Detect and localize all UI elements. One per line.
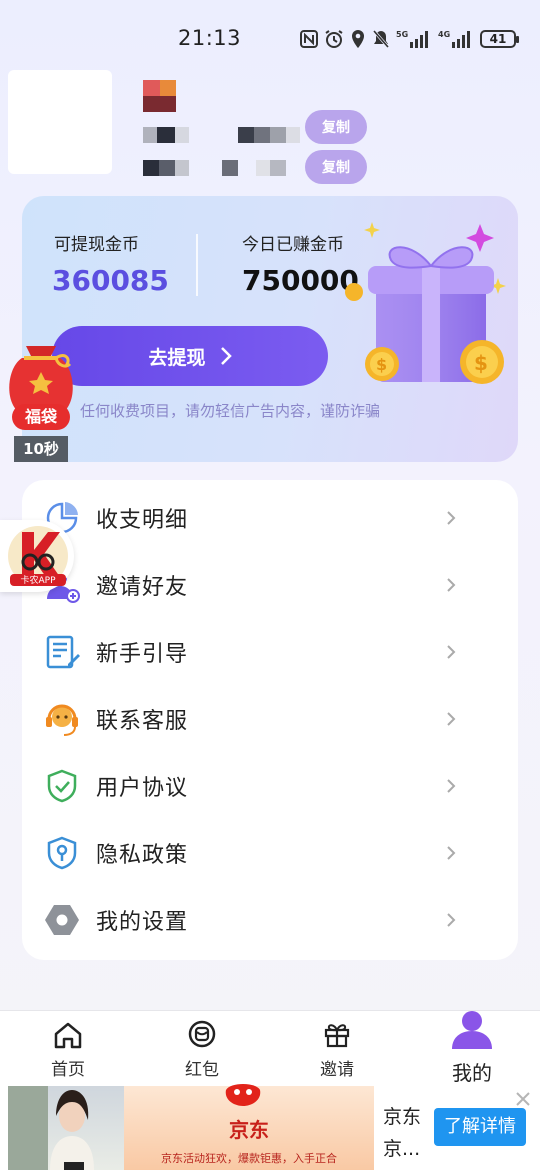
headset-icon — [46, 704, 78, 736]
tab-label: 红包 — [185, 1060, 219, 1080]
menu-label: 邀请好友 — [96, 574, 189, 600]
withdrawable-value: 360085 — [52, 264, 169, 297]
net1-text: 5G — [396, 30, 408, 39]
signal-5g-icon: 5G — [396, 30, 428, 48]
chevron-right-icon — [447, 644, 456, 659]
tab-invite[interactable]: 邀请 — [287, 1011, 387, 1087]
app-badge-text: 卡农APP — [20, 574, 56, 586]
menu-label: 新手引导 — [96, 641, 189, 667]
floating-app-badge[interactable]: 卡农APP — [0, 520, 74, 592]
tab-home[interactable]: 首页 — [18, 1011, 118, 1087]
net2-text: 4G — [438, 30, 450, 39]
status-icons: 5G 4G 41 — [300, 28, 519, 50]
menu-label: 收支明细 — [96, 507, 189, 533]
lucky-bag-label: 福袋 — [12, 404, 70, 430]
tab-label: 邀请 — [320, 1060, 354, 1080]
tab-label: 首页 — [51, 1060, 85, 1080]
gift-box-illustration: $ $ — [345, 222, 506, 384]
wallet-card: 可提现金币 360085 今日已赚金币 750000 $ $ 去提现 任何收费项… — [22, 196, 518, 462]
ad-banner-brand: 京东 — [229, 1118, 269, 1142]
lucky-bag-widget[interactable]: 福袋 10秒 — [4, 338, 78, 466]
close-icon[interactable] — [513, 1089, 533, 1109]
today-earned-label: 今日已赚金币 — [242, 235, 344, 255]
menu-item-beginner-guide[interactable]: 新手引导 — [22, 618, 518, 685]
tab-red-envelope[interactable]: 红包 — [152, 1011, 252, 1087]
copy-button-1[interactable]: 复制 — [305, 110, 367, 144]
app-logo-icon: 卡农APP — [8, 526, 68, 586]
ad-photo — [8, 1086, 124, 1170]
menu-item-income-expense[interactable]: 收支明细 — [22, 484, 518, 551]
tab-label: 我的 — [452, 1061, 492, 1085]
gift-icon — [324, 1024, 350, 1048]
battery-indicator: 41 — [480, 30, 519, 48]
red-envelope-icon — [188, 1020, 216, 1048]
anti-fraud-notice: 任何收费项目，请勿轻信广告内容，谨防诈骗 — [80, 402, 381, 420]
chevron-right-icon — [447, 510, 456, 525]
ad-subtitle: 京... — [383, 1138, 421, 1160]
withdraw-button[interactable]: 去提现 — [52, 326, 328, 386]
copy-button-2[interactable]: 复制 — [305, 150, 367, 184]
menu-label: 我的设置 — [96, 909, 189, 935]
withdraw-button-label: 去提现 — [148, 346, 206, 369]
tab-mine[interactable]: 我的 — [422, 1011, 522, 1087]
menu-label: 联系客服 — [96, 708, 189, 734]
chevron-right-icon — [447, 711, 456, 726]
menu-item-invite-friends[interactable]: 邀请好友 — [22, 551, 518, 618]
chevron-right-icon — [447, 845, 456, 860]
settings-hex-icon — [45, 904, 79, 935]
wallet-divider — [196, 234, 198, 296]
svg-text:$: $ — [376, 355, 387, 374]
menu-list: 收支明细 邀请好友 新手引导 联系客服 用户协议 隐私政策 我的设置 — [22, 480, 518, 960]
mute-bell-icon — [372, 30, 390, 48]
menu-item-customer-service[interactable]: 联系客服 — [22, 685, 518, 752]
location-icon — [352, 30, 364, 48]
person-icon — [452, 1011, 492, 1049]
shield-check-icon — [47, 769, 77, 802]
menu-label: 隐私政策 — [96, 842, 189, 868]
withdrawable-label: 可提现金币 — [54, 235, 139, 255]
chevron-right-icon — [220, 347, 232, 365]
menu-item-user-agreement[interactable]: 用户协议 — [22, 752, 518, 819]
ad-learn-more-button[interactable]: 了解详情 — [434, 1108, 526, 1146]
bottom-tab-bar: 首页 红包 邀请 我的 — [0, 1010, 540, 1086]
chevron-right-icon — [447, 912, 456, 927]
ad-banner[interactable]: 京东 京东活动狂欢，爆款钜惠，入手正合 京东 京... 了解详情 — [0, 1084, 540, 1170]
avatar[interactable] — [8, 70, 112, 174]
shield-lock-icon — [47, 836, 77, 869]
signal-4g-icon: 4G — [438, 30, 470, 48]
menu-item-privacy-policy[interactable]: 隐私政策 — [22, 819, 518, 886]
status-time: 21:13 — [178, 26, 242, 50]
status-bar: 21:13 5G 4G 41 — [0, 0, 540, 78]
menu-label: 用户协议 — [96, 775, 189, 801]
nfc-icon — [300, 30, 318, 48]
guide-edit-icon — [46, 635, 80, 668]
menu-item-settings[interactable]: 我的设置 — [22, 886, 518, 953]
alarm-icon — [325, 30, 343, 48]
lucky-bag-timer: 10秒 — [14, 436, 68, 462]
jd-dog-logo-icon — [225, 1084, 261, 1106]
home-icon — [54, 1022, 82, 1049]
svg-text:$: $ — [474, 351, 488, 375]
ad-jd-banner: 京东 京东活动狂欢，爆款钜惠，入手正合 — [124, 1084, 374, 1170]
ad-title: 京东 — [383, 1106, 422, 1128]
chevron-right-icon — [447, 778, 456, 793]
ad-model-image — [8, 1086, 94, 1170]
chevron-right-icon — [447, 577, 456, 592]
ad-banner-subtext: 京东活动狂欢，爆款钜惠，入手正合 — [161, 1152, 337, 1165]
